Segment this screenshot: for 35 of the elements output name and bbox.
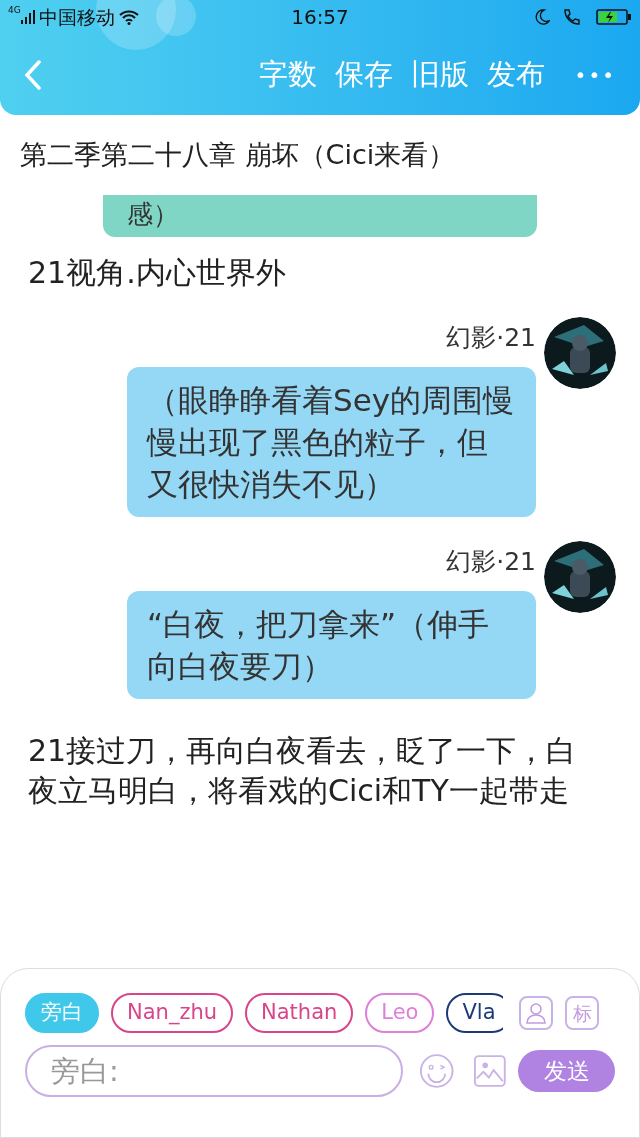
character-button[interactable]	[519, 996, 553, 1030]
message-bubble: “白夜，把刀拿来”（伸手向白夜要刀）	[127, 591, 536, 699]
sender-name: 幻影·21	[446, 322, 536, 354]
moon-icon	[534, 9, 550, 25]
emoji-icon[interactable]	[419, 1052, 455, 1090]
nav-action[interactable]: 旧版	[410, 52, 469, 97]
message-input[interactable]: 旁白:	[25, 1045, 403, 1097]
network-label: 4G	[8, 4, 21, 17]
narration-text: 21接过刀，再向白夜看去，眨了一下，白夜立马明白，将看戏的Cici和TY一起带走	[28, 732, 578, 810]
message-bubble: （眼睁睁看着Sey的周围慢慢出现了黑色的粒子，但又很快消失不见）	[127, 367, 536, 517]
clock: 16:57	[291, 4, 349, 31]
back-icon	[24, 59, 42, 90]
send-button[interactable]: 发送	[518, 1050, 615, 1092]
carrier-name: 中国移动	[38, 4, 115, 30]
nav-action[interactable]: 发布	[486, 52, 545, 97]
signal-icon	[20, 10, 35, 24]
battery-icon	[596, 8, 632, 26]
more-button[interactable]: •••	[574, 59, 616, 90]
role-chip[interactable]: Nan_zhu	[111, 993, 234, 1033]
sender-name: 幻影·21	[446, 546, 536, 578]
tag-button[interactable]: 标	[565, 996, 599, 1030]
person-icon	[526, 1002, 546, 1024]
image-icon[interactable]	[474, 1054, 507, 1088]
nav-action[interactable]: 保存	[334, 52, 393, 97]
avatar	[544, 541, 616, 613]
message-bubble: 感）	[103, 195, 537, 237]
role-chip[interactable]: Leo	[365, 993, 435, 1033]
avatar	[544, 317, 616, 389]
nav-action[interactable]: 字数	[258, 52, 317, 97]
wifi-icon	[118, 9, 139, 25]
role-chip[interactable]: Vla	[446, 993, 503, 1033]
role-chip[interactable]: Nathan	[245, 993, 354, 1033]
role-chip[interactable]: 旁白	[25, 993, 99, 1033]
narration-text: 21视角.内心世界外	[28, 254, 287, 292]
chapter-title: 第二季第二十八章 崩坏（Cici来看）	[20, 137, 456, 172]
